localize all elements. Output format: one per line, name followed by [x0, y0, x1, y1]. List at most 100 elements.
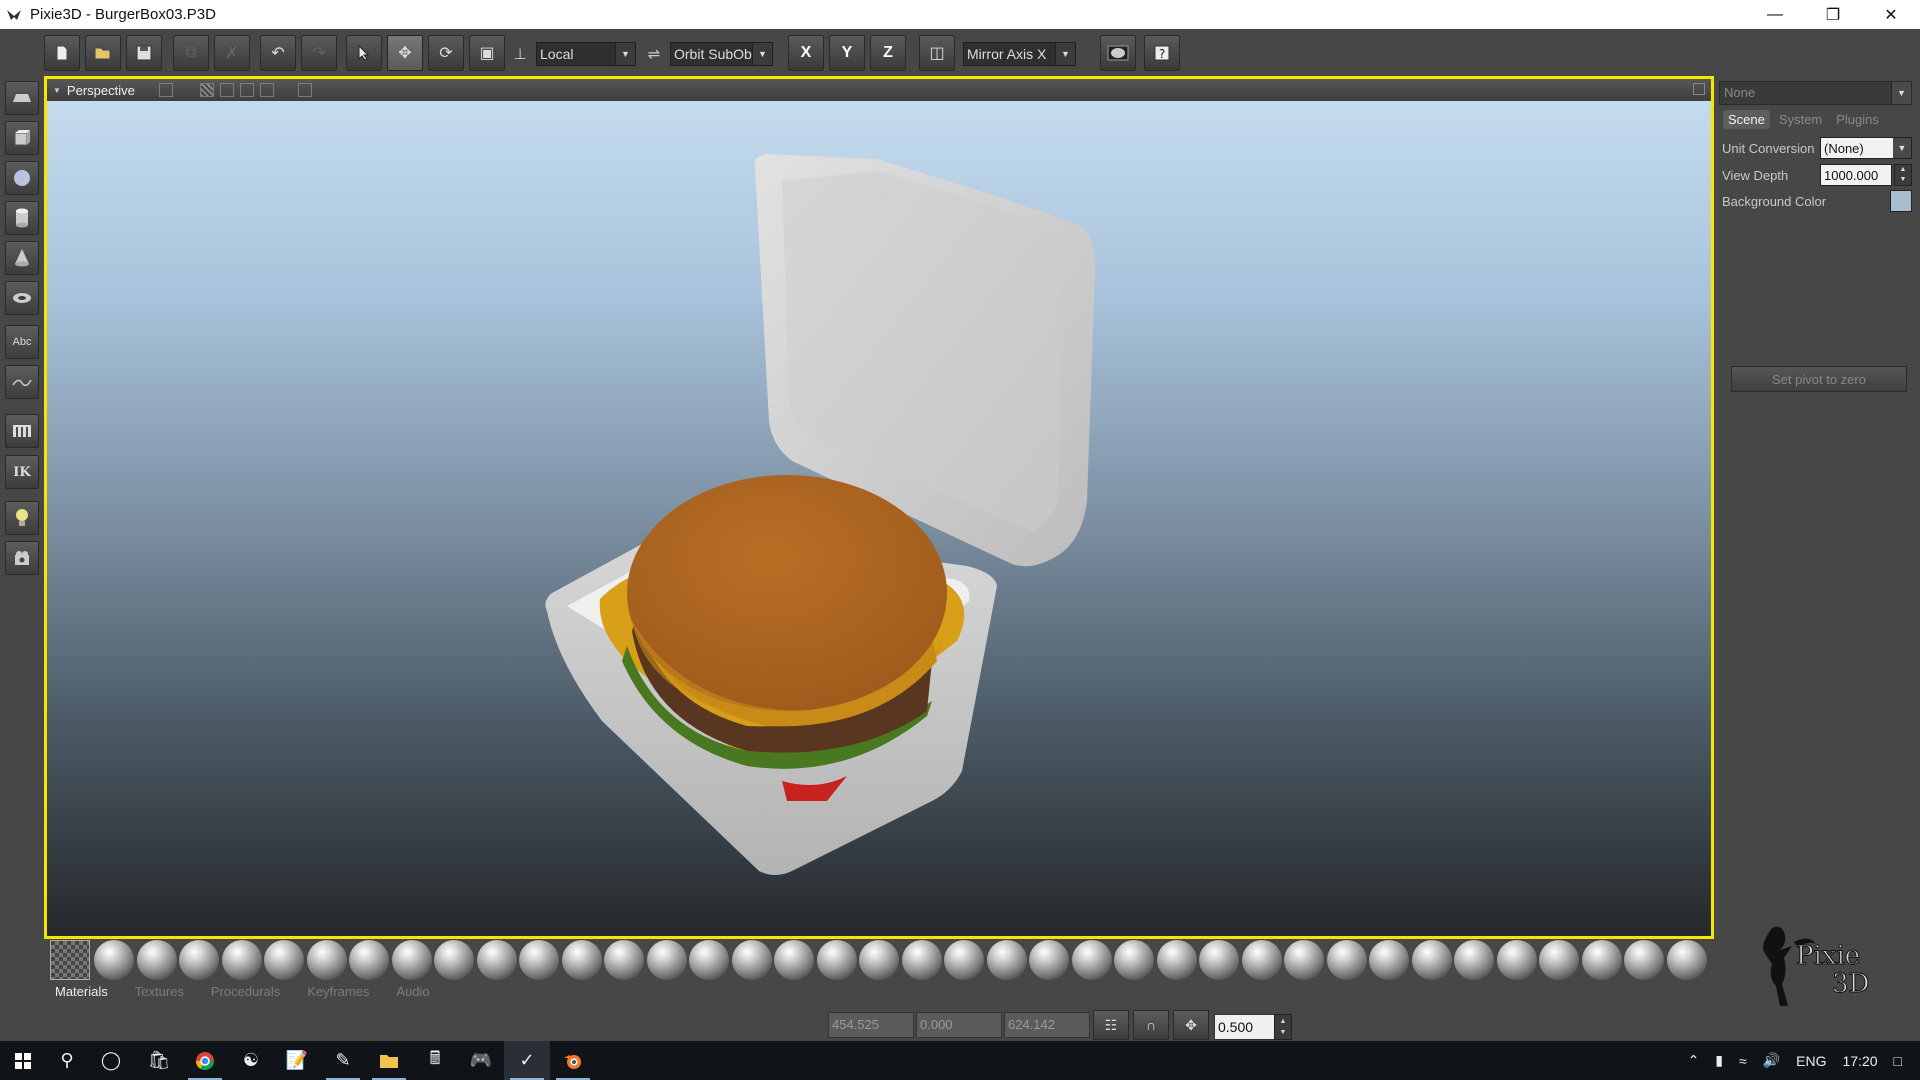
- material-swatch[interactable]: [476, 940, 517, 980]
- smooth-mode-icon[interactable]: [260, 83, 274, 97]
- windows-start-icon[interactable]: [0, 1041, 46, 1080]
- curve-tool-button[interactable]: [5, 365, 39, 399]
- material-swatch[interactable]: [561, 940, 602, 980]
- material-swatch[interactable]: [136, 940, 177, 980]
- delete-button[interactable]: ✗: [214, 35, 250, 71]
- view-depth-spinner[interactable]: ▲ ▼: [1894, 164, 1912, 186]
- cube-tool-button[interactable]: [5, 121, 39, 155]
- step-size-field[interactable]: 0.500: [1214, 1014, 1276, 1040]
- maximize-viewport-icon[interactable]: [1693, 83, 1705, 95]
- background-color-swatch[interactable]: [1890, 190, 1912, 212]
- file-explorer-icon[interactable]: [366, 1041, 412, 1080]
- material-swatch[interactable]: [1156, 940, 1197, 980]
- material-swatch[interactable]: [1581, 940, 1622, 980]
- unit-conversion-select[interactable]: (None) ▼: [1820, 137, 1912, 159]
- material-swatch[interactable]: [1241, 940, 1282, 980]
- torus-tool-button[interactable]: [5, 281, 39, 315]
- minimize-icon[interactable]: —: [1746, 0, 1804, 29]
- select-tool-button[interactable]: [346, 35, 382, 71]
- rotate-tool-button[interactable]: ⟳: [428, 35, 464, 71]
- scale-tool-button[interactable]: ▣: [469, 35, 505, 71]
- material-swatch[interactable]: [1071, 940, 1112, 980]
- shading-mode-icon[interactable]: [200, 83, 214, 97]
- material-swatch[interactable]: [1666, 940, 1707, 980]
- coord-space-select[interactable]: Local ▼: [536, 42, 636, 66]
- step-size-spinner[interactable]: ▲ ▼: [1274, 1014, 1292, 1040]
- material-swatch[interactable]: [264, 940, 304, 980]
- bones-tool-button[interactable]: [5, 414, 39, 448]
- material-swatch[interactable]: [1199, 940, 1239, 980]
- cone-tool-button[interactable]: [5, 241, 39, 275]
- store-icon[interactable]: 🛍: [136, 1041, 182, 1080]
- calculator-icon[interactable]: 🖩: [412, 1041, 458, 1080]
- material-swatch[interactable]: [1454, 940, 1494, 980]
- help-button[interactable]: ?: [1144, 35, 1180, 71]
- redo-button[interactable]: ↷: [301, 35, 337, 71]
- viewport-layout-icon[interactable]: [298, 83, 312, 97]
- restore-icon[interactable]: ❐: [1804, 0, 1862, 29]
- material-swatch[interactable]: [306, 940, 347, 980]
- light-tool-button[interactable]: [5, 501, 39, 535]
- tab-keyframes[interactable]: Keyframes: [301, 982, 375, 1001]
- sketch-app-icon[interactable]: ✎: [320, 1041, 366, 1080]
- notepad-icon[interactable]: 📝: [274, 1041, 320, 1080]
- game-app-icon[interactable]: 🎮: [458, 1041, 504, 1080]
- material-swatch[interactable]: [774, 940, 814, 980]
- move-tool-button[interactable]: ✥: [387, 35, 423, 71]
- material-swatch[interactable]: [816, 940, 857, 980]
- camera-mode-select[interactable]: Orbit SubOb ▼: [670, 42, 773, 66]
- blender-icon[interactable]: [550, 1041, 596, 1080]
- undo-button[interactable]: ↶: [260, 35, 296, 71]
- perspective-viewport[interactable]: ▼ Perspective: [44, 76, 1714, 939]
- material-swatch[interactable]: [1411, 940, 1452, 980]
- material-swatch-checker[interactable]: [50, 940, 90, 980]
- save-file-button[interactable]: [126, 35, 162, 71]
- mirror-icon[interactable]: ◫: [919, 35, 955, 71]
- material-swatch[interactable]: [731, 940, 772, 980]
- snap-to-grid-icon[interactable]: ☷: [1093, 1010, 1129, 1040]
- material-swatch[interactable]: [901, 940, 942, 980]
- viewport-title[interactable]: ▼ Perspective: [53, 83, 135, 98]
- coord-y-field[interactable]: 0.000: [916, 1012, 1002, 1038]
- material-swatch[interactable]: [221, 940, 262, 980]
- material-swatch[interactable]: [1284, 940, 1324, 980]
- show-hidden-icons-icon[interactable]: ⌃: [1688, 1052, 1700, 1069]
- burger-box-scene[interactable]: [47, 101, 1711, 936]
- camera-tool-button[interactable]: [5, 541, 39, 575]
- material-swatch[interactable]: [1496, 940, 1537, 980]
- grid-toggle-icon[interactable]: [159, 83, 173, 97]
- language-indicator[interactable]: ENG: [1796, 1053, 1826, 1069]
- material-swatch[interactable]: [391, 940, 432, 980]
- material-swatch[interactable]: [944, 940, 984, 980]
- python-icon[interactable]: ☯: [228, 1041, 274, 1080]
- render-button[interactable]: [1100, 35, 1136, 71]
- axis-z-button[interactable]: Z: [870, 35, 906, 71]
- tab-audio[interactable]: Audio: [390, 982, 435, 1001]
- search-icon[interactable]: ⚲: [44, 1041, 90, 1080]
- close-icon[interactable]: ✕: [1862, 0, 1920, 29]
- mirror-axis-select[interactable]: Mirror Axis X ▼: [963, 42, 1076, 66]
- material-swatch[interactable]: [689, 940, 729, 980]
- material-swatch[interactable]: [1326, 940, 1367, 980]
- flat-mode-icon[interactable]: [240, 83, 254, 97]
- set-pivot-to-zero-button[interactable]: Set pivot to zero: [1731, 366, 1907, 392]
- axis-y-button[interactable]: Y: [829, 35, 865, 71]
- plane-tool-button[interactable]: [5, 81, 39, 115]
- snap-magnet-icon[interactable]: ∩: [1133, 1010, 1169, 1040]
- material-swatch[interactable]: [604, 940, 644, 980]
- notifications-icon[interactable]: □: [1894, 1053, 1902, 1069]
- new-file-button[interactable]: [44, 35, 80, 71]
- wireframe-mode-icon[interactable]: [220, 83, 234, 97]
- chrome-icon[interactable]: [182, 1041, 228, 1080]
- material-swatch[interactable]: [519, 940, 559, 980]
- material-swatch[interactable]: [349, 940, 389, 980]
- view-depth-field[interactable]: 1000.000: [1820, 164, 1892, 186]
- object-select[interactable]: None ▼: [1719, 81, 1912, 105]
- tab-materials[interactable]: Materials: [49, 982, 114, 1001]
- material-swatch[interactable]: [1369, 940, 1409, 980]
- cylinder-tool-button[interactable]: [5, 201, 39, 235]
- battery-icon[interactable]: ▮: [1715, 1052, 1723, 1069]
- ik-tool-button[interactable]: IK: [5, 455, 39, 489]
- coord-x-field[interactable]: 454.525: [828, 1012, 914, 1038]
- axis-x-button[interactable]: X: [788, 35, 824, 71]
